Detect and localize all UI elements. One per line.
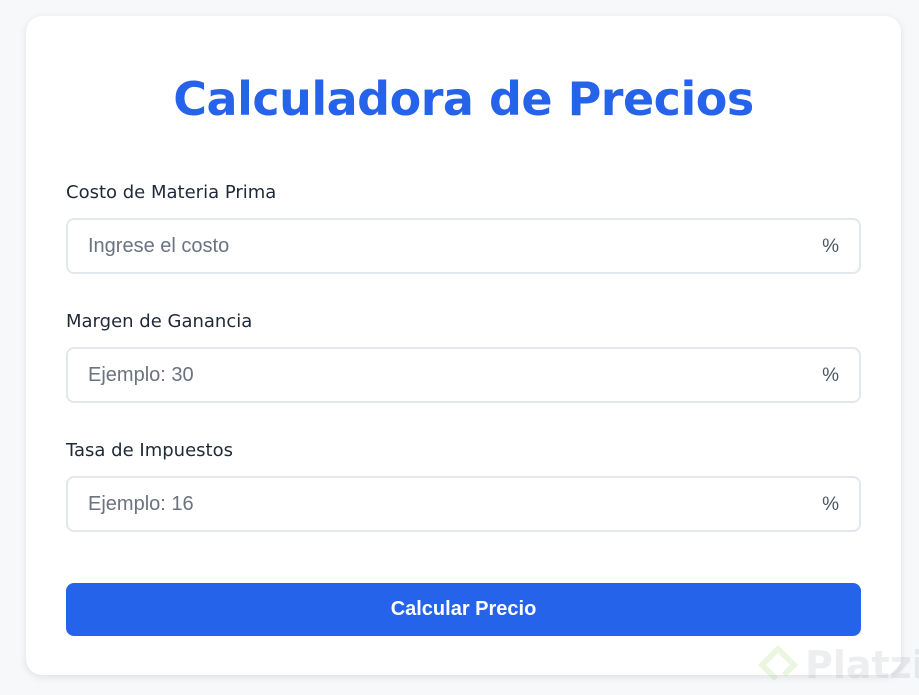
percent-suffix: % [822, 365, 839, 386]
tax-rate-field: % [66, 476, 861, 532]
page-title: Calculadora de Precios [173, 72, 754, 126]
calculator-card: Calculadora de Precios Costo de Materia … [26, 16, 901, 675]
percent-suffix: % [822, 494, 839, 515]
raw-material-cost-input[interactable] [68, 220, 808, 272]
calculate-price-button[interactable]: Calcular Precio [66, 583, 861, 636]
raw-material-cost-label: Costo de Materia Prima [66, 182, 277, 203]
profit-margin-input[interactable] [68, 349, 808, 401]
platzi-logo-icon [758, 645, 798, 681]
profit-margin-field: % [66, 347, 861, 403]
profit-margin-label: Margen de Ganancia [66, 311, 253, 332]
percent-suffix: % [822, 236, 839, 257]
tax-rate-label: Tasa de Impuestos [66, 440, 233, 461]
raw-material-cost-field: % [66, 218, 861, 274]
tax-rate-input[interactable] [68, 478, 808, 530]
platzi-watermark: Platzi [755, 640, 919, 690]
watermark-text: Platzi [805, 643, 919, 687]
